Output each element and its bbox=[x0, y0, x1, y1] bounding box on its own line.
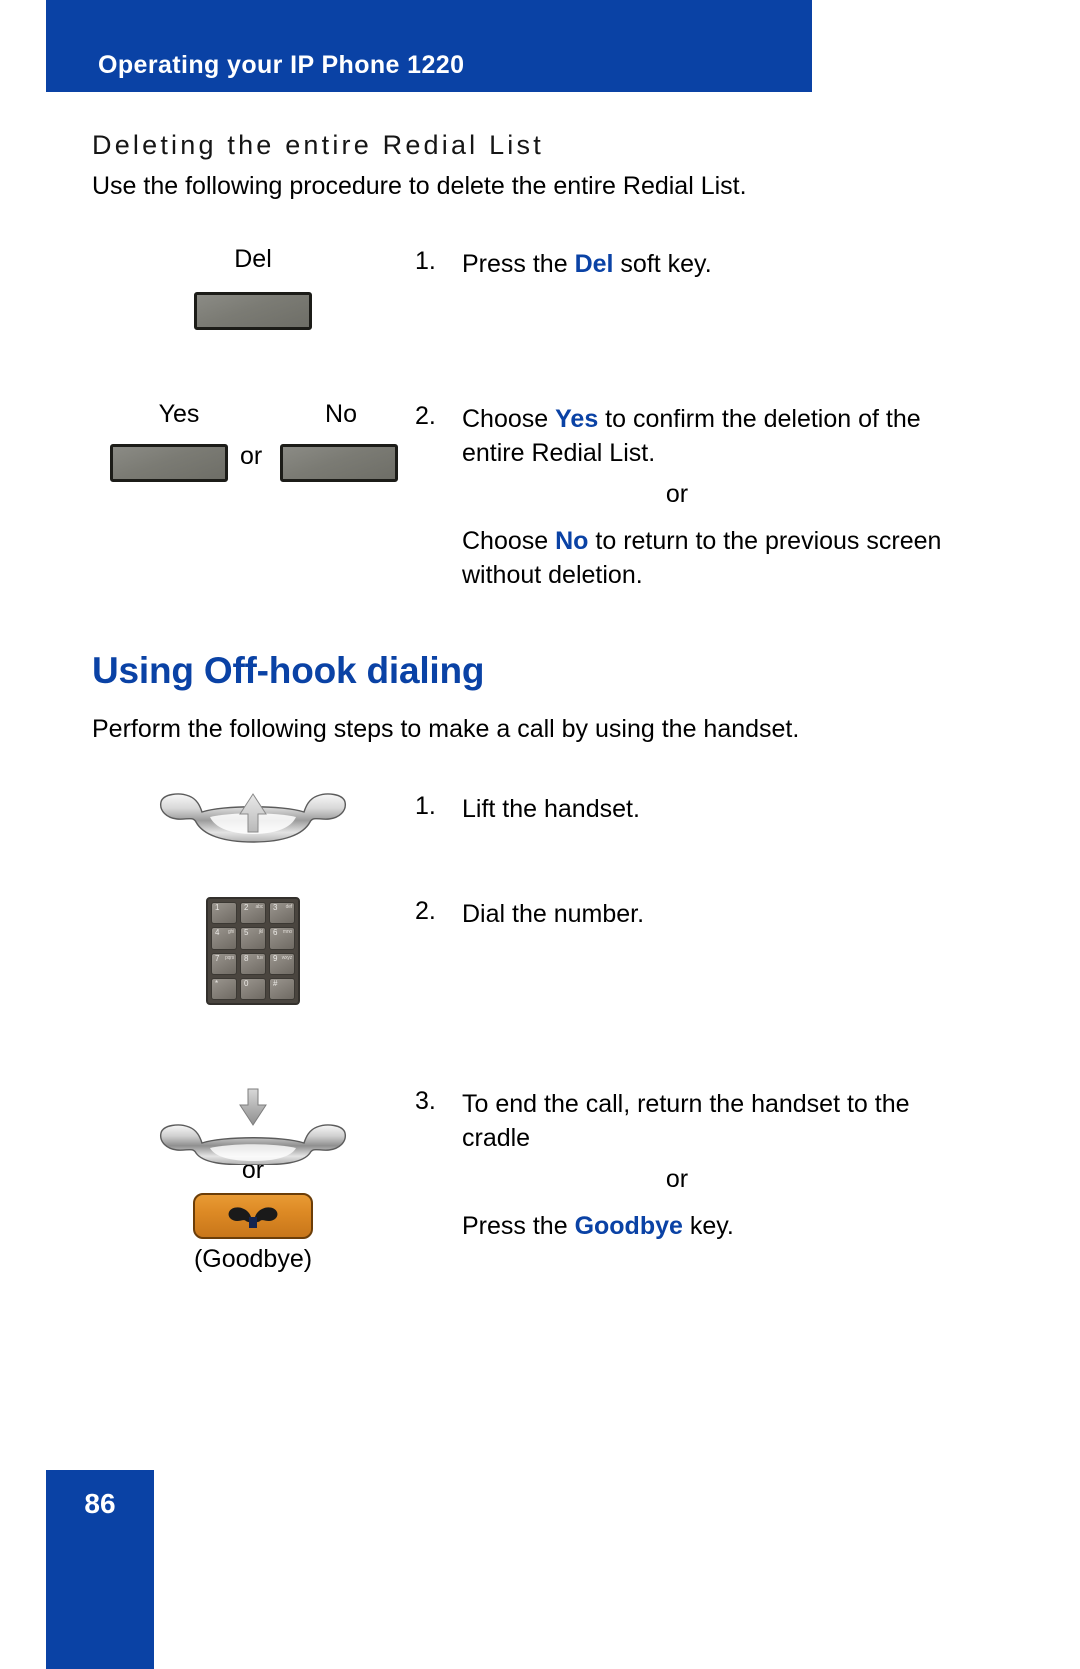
keypad-key-1[interactable]: 1 bbox=[211, 902, 237, 925]
step-text-before: Press the bbox=[462, 250, 575, 278]
goodbye-caption: (Goodbye) bbox=[193, 1245, 313, 1273]
softkey-label-yes: Yes bbox=[158, 400, 200, 428]
handset-cradle-icon bbox=[153, 1087, 353, 1165]
keypad-key-2[interactable]: 2 abc bbox=[240, 902, 266, 925]
page-title: Operating your IP Phone 1220 bbox=[98, 51, 465, 79]
softkey-or-label: or bbox=[240, 442, 263, 470]
step-text: Lift the handset. bbox=[462, 795, 640, 823]
redial-step-2-icon: Yes No or bbox=[92, 402, 414, 482]
keypad-key-6[interactable]: 6 mno bbox=[269, 927, 295, 950]
keyword-del: Del bbox=[574, 250, 614, 278]
keypad-letters: def bbox=[285, 904, 293, 910]
keypad-letters: pqrs bbox=[225, 954, 234, 961]
handset-lift-icon bbox=[153, 792, 353, 854]
keypad-digit: 1 bbox=[215, 903, 220, 912]
offhook-step-2-icon: 1 2 abc 3 def 4 ghi 5 jkl 6 mno 7 pqrs 8 tuv 9 wxyz * 0 # bbox=[92, 897, 414, 1005]
keypad-key-8[interactable]: 8 tuv bbox=[240, 952, 266, 975]
keypad-digit: 5 bbox=[244, 928, 249, 938]
keypad-key-9[interactable]: 9 wxyz bbox=[269, 952, 295, 975]
keyword-yes: Yes bbox=[555, 405, 599, 433]
softkey-label-del: Del bbox=[234, 245, 272, 273]
keypad-digit: * bbox=[215, 978, 219, 988]
step-text-before: Choose bbox=[462, 405, 556, 433]
keypad-key-5[interactable]: 5 jkl bbox=[240, 927, 266, 950]
step-text: Dial the number. bbox=[462, 900, 645, 928]
softkey-yes-button[interactable] bbox=[110, 444, 228, 482]
section-heading: Deleting the entire Redial List bbox=[92, 130, 544, 160]
step-alt-text-after: key. bbox=[682, 1212, 734, 1240]
keypad-digit: 3 bbox=[273, 903, 278, 912]
step-or-separator: or bbox=[665, 1165, 689, 1193]
keypad-letters: jkl bbox=[258, 929, 263, 936]
step-or-separator: or bbox=[665, 480, 689, 508]
goodbye-button[interactable] bbox=[193, 1193, 313, 1239]
header-banner: Operating your IP Phone 1220 bbox=[46, 0, 812, 92]
step-text-after: soft key. bbox=[613, 250, 712, 278]
softkey-no-button[interactable] bbox=[280, 444, 398, 482]
step-text: To end the call, return the handset to t… bbox=[462, 1090, 910, 1152]
keypad-icon[interactable]: 1 2 abc 3 def 4 ghi 5 jkl 6 mno 7 pqrs 8 tuv 9 wxyz * 0 # bbox=[206, 897, 300, 1005]
keypad-key-*[interactable]: * bbox=[211, 977, 237, 1000]
keypad-key-4[interactable]: 4 ghi bbox=[211, 927, 237, 950]
keypad-key-7[interactable]: 7 pqrs bbox=[211, 952, 237, 975]
step-number: 1. bbox=[415, 247, 436, 275]
keypad-letters: abc bbox=[255, 904, 264, 910]
redial-step-1-icon: Del bbox=[92, 247, 414, 335]
softkey-del-button[interactable] bbox=[194, 292, 312, 330]
step-number: 1. bbox=[415, 792, 436, 820]
keypad-digit: 9 bbox=[273, 953, 278, 963]
handset-down-glyph bbox=[228, 1207, 278, 1228]
step-alt-text: Press the Goodbye key. bbox=[462, 1209, 957, 1243]
keypad-digit: 7 bbox=[215, 953, 220, 963]
softkey-label-no: No bbox=[325, 400, 357, 428]
keypad-letters: wxyz bbox=[281, 954, 293, 961]
page-number-box: 86 bbox=[46, 1470, 154, 1669]
page-number: 86 bbox=[84, 1488, 116, 1519]
keypad-digit: 6 bbox=[273, 928, 278, 938]
offhook-step-1-icon bbox=[92, 792, 414, 859]
keypad-letters: tuv bbox=[256, 954, 263, 961]
keypad-letters: ghi bbox=[227, 929, 234, 936]
keyword-no: No bbox=[555, 527, 589, 555]
keypad-digit: 2 bbox=[244, 903, 249, 912]
keypad-key-#[interactable]: # bbox=[269, 977, 295, 1000]
offhook-intro-paragraph: Perform the following steps to make a ca… bbox=[92, 715, 800, 743]
keypad-digit: 8 bbox=[244, 953, 249, 963]
section-intro-paragraph: Use the following procedure to delete th… bbox=[92, 172, 747, 200]
keypad-digit: 4 bbox=[215, 928, 220, 938]
step-text: Choose Yes to confirm the deletion of th… bbox=[462, 402, 957, 470]
step-text: Press the Del soft key. bbox=[462, 247, 957, 281]
keypad-key-3[interactable]: 3 def bbox=[269, 902, 295, 925]
step-number: 2. bbox=[415, 897, 436, 925]
step-alt-text-before: Press the bbox=[462, 1212, 575, 1240]
offhook-step-3-icon: or (Goodbye) bbox=[92, 1087, 414, 1274]
keypad-letters: mno bbox=[282, 929, 292, 936]
keypad-digit: # bbox=[273, 978, 278, 988]
step-number: 3. bbox=[415, 1087, 436, 1115]
keypad-key-0[interactable]: 0 bbox=[240, 977, 266, 1000]
step-alt-text: Choose No to return to the previous scre… bbox=[462, 524, 957, 592]
keyword-goodbye: Goodbye bbox=[574, 1212, 683, 1240]
offhook-heading: Using Off-hook dialing bbox=[92, 650, 485, 691]
step-alt-text-before: Choose bbox=[462, 527, 556, 555]
keypad-digit: 0 bbox=[244, 978, 249, 988]
step-number: 2. bbox=[415, 402, 436, 430]
